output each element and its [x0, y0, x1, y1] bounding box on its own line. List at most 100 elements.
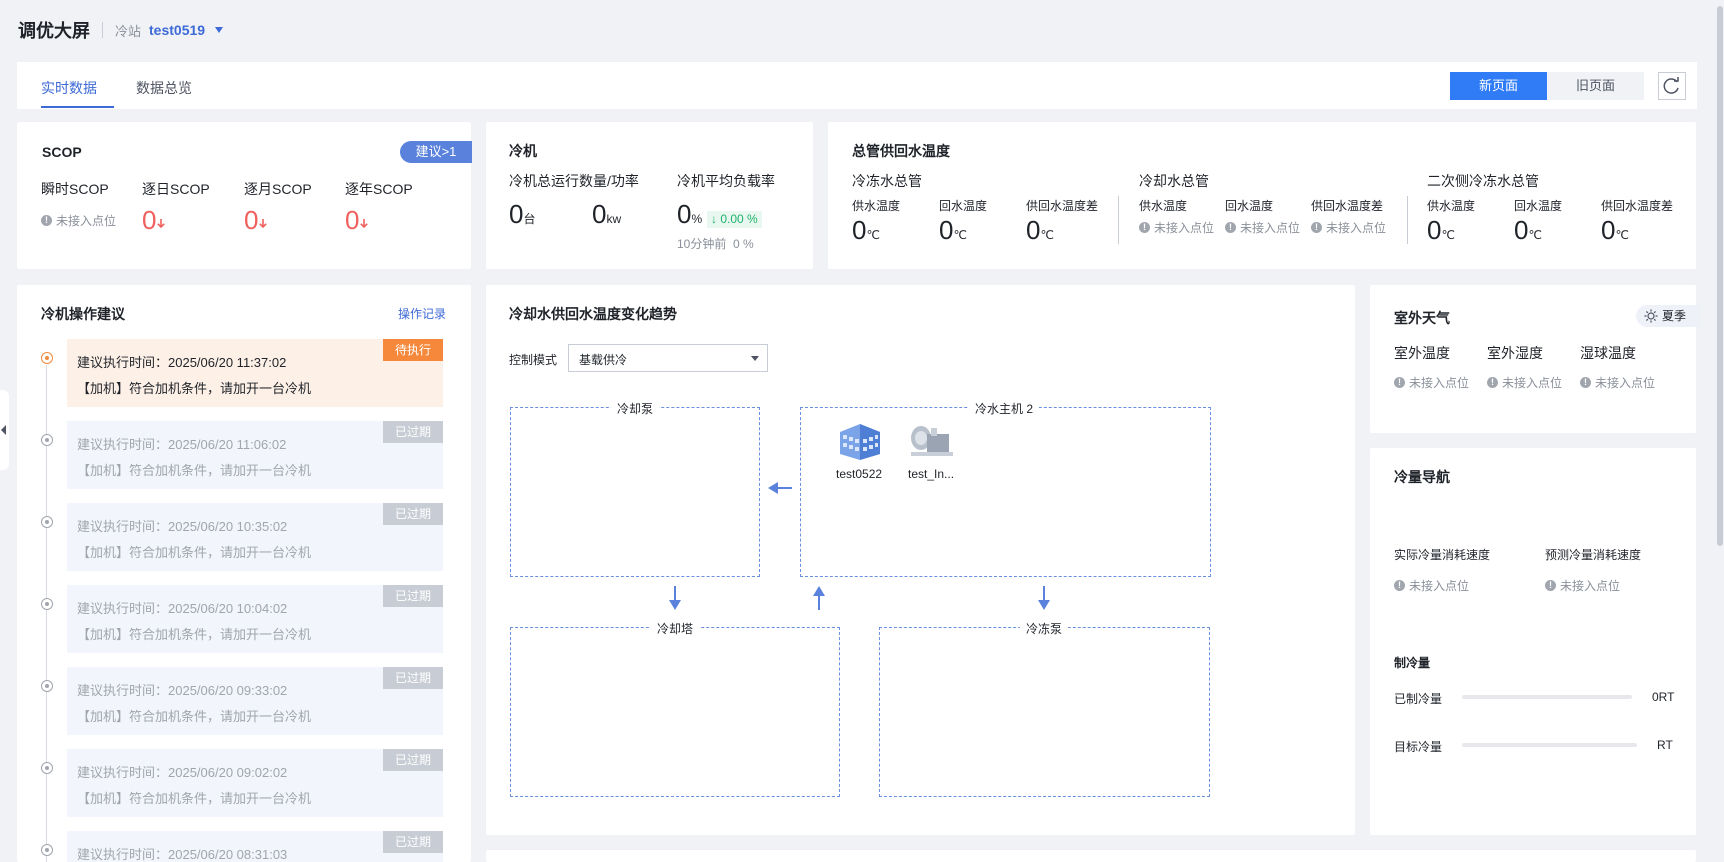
suggestion-time: 建议执行时间：2025/06/20 09:02:02	[77, 765, 288, 780]
suggestion-item[interactable]: 建议执行时间：2025/06/20 08:31:03 已过期	[67, 831, 443, 862]
chilled-return-value: 0℃	[939, 215, 967, 245]
mode-select[interactable]: 基载供冷	[568, 344, 768, 372]
info-icon: !	[1545, 580, 1556, 591]
suggestion-status-badge: 已过期	[383, 667, 443, 689]
outdoor-temp-label: 室外温度	[1394, 345, 1450, 361]
new-page-button[interactable]: 新页面	[1450, 72, 1547, 100]
timeline-dot	[41, 598, 53, 610]
suggestion-message: 【加机】符合加机条件，请加开一台冷机	[77, 709, 312, 724]
daily-scop-value: 0	[142, 205, 166, 236]
suggestion-time: 建议执行时间：2025/06/20 11:37:02	[77, 355, 287, 370]
suggestion-item[interactable]: 建议执行时间：2025/06/20 11:06:02 【加机】符合加机条件，请加开…	[67, 421, 443, 489]
info-icon: !	[1580, 377, 1591, 388]
suggestion-status-badge: 已过期	[383, 831, 443, 853]
station-selector[interactable]: test0519	[149, 22, 205, 38]
old-page-button[interactable]: 旧页面	[1547, 72, 1644, 100]
load-change-badge: ↓ 0.00 %	[707, 211, 762, 228]
timeline-dot	[41, 844, 53, 856]
tab-realtime[interactable]: 实时数据	[41, 78, 97, 98]
suggestion-message: 【加机】符合加机条件，请加开一台冷机	[77, 791, 312, 806]
target-value: RT	[1657, 738, 1673, 752]
mode-label: 控制模式	[509, 353, 558, 367]
actual-consumption-label: 实际冷量消耗速度	[1394, 548, 1491, 562]
chevron-down-icon	[751, 356, 759, 361]
chiller-count-label: 冷机总运行数量/功率	[509, 173, 639, 189]
chiller-unit-icon	[911, 426, 953, 456]
cooling-tower-box: 冷却塔	[510, 620, 840, 797]
outdoor-temp-not-connected: ! 未接入点位	[1394, 374, 1469, 391]
suggestion-time: 建议执行时间：2025/06/20 08:31:03	[77, 847, 288, 862]
timeline-dot	[41, 434, 53, 446]
chiller-host-label: 冷水主机 2	[969, 400, 1040, 417]
suggestion-message: 【加机】符合加机条件，请加开一台冷机	[77, 627, 312, 642]
arrow-down-icon	[1038, 586, 1050, 610]
cooling-supply-label: 供水温度	[1139, 199, 1188, 213]
suggestion-time: 建议执行时间：2025/06/20 11:06:02	[77, 437, 287, 452]
operation-log-link[interactable]: 操作记录	[398, 305, 446, 322]
suggestion-item[interactable]: 建议执行时间：2025/06/20 10:35:02 【加机】符合加机条件，请加开…	[67, 503, 443, 571]
suggestion-status-badge: 已过期	[383, 421, 443, 443]
produced-label: 已制冷量	[1394, 692, 1443, 706]
scrollbar-thumb[interactable]	[1717, 6, 1723, 546]
cooling-pump-box: 冷却泵	[510, 400, 760, 577]
cooling-pump-label: 冷却泵	[611, 400, 660, 417]
predicted-consumption-not-connected: ! 未接入点位	[1545, 577, 1620, 594]
suggestion-message: 【加机】符合加机条件，请加开一台冷机	[77, 381, 312, 396]
suggestion-item[interactable]: 建议执行时间：2025/06/20 10:04:02 【加机】符合加机条件，请加开…	[67, 585, 443, 653]
suggestion-status-badge: 已过期	[383, 503, 443, 525]
cooling-diff-label: 供回水温度差	[1311, 199, 1384, 213]
chilled-return-label: 回水温度	[939, 199, 988, 213]
trend-title: 冷却水供回水温度变化趋势	[509, 306, 677, 322]
wet-bulb-label: 湿球温度	[1580, 345, 1636, 361]
secondary-supply-label: 供水温度	[1427, 199, 1476, 213]
info-icon: !	[1225, 222, 1236, 233]
refresh-button[interactable]	[1658, 72, 1686, 100]
device-name[interactable]: test_In...	[908, 467, 954, 481]
cooling-main-title: 冷却水总管	[1139, 173, 1209, 189]
instant-scop-not-connected: ! 未接入点位	[41, 212, 116, 229]
tab-overview[interactable]: 数据总览	[136, 78, 192, 98]
chiller-load-value: 0%	[677, 199, 703, 229]
cooling-nav-card	[1370, 448, 1696, 835]
produced-value: 0RT	[1652, 690, 1675, 704]
chiller-title: 冷机	[509, 143, 537, 159]
chiller-load-label: 冷机平均负载率	[677, 173, 775, 189]
actual-consumption-not-connected: ! 未接入点位	[1394, 577, 1469, 594]
instant-scop-label: 瞬时SCOP	[41, 181, 109, 197]
secondary-main-title: 二次侧冷冻水总管	[1427, 173, 1539, 189]
yearly-scop-label: 逐年SCOP	[345, 181, 413, 197]
suggestions-title: 冷机操作建议	[41, 306, 125, 322]
cooling-return-not-connected: ! 未接入点位	[1225, 219, 1300, 236]
chilled-diff-label: 供回水温度差	[1026, 199, 1099, 213]
divider	[1407, 196, 1408, 244]
chiller-power-value: 0kw	[592, 199, 622, 229]
secondary-diff-value: 0℃	[1601, 215, 1629, 245]
info-icon: !	[41, 215, 52, 226]
station-label: 冷站	[115, 23, 142, 39]
cooling-supply-not-connected: ! 未接入点位	[1139, 219, 1214, 236]
chevron-down-icon[interactable]	[215, 27, 224, 33]
sidebar-toggle[interactable]	[0, 390, 9, 470]
page-title: 调优大屏	[18, 21, 90, 41]
info-icon: !	[1139, 222, 1150, 233]
target-label: 目标冷量	[1394, 740, 1443, 754]
lower-card	[486, 850, 1696, 862]
outdoor-humidity-not-connected: ! 未接入点位	[1487, 374, 1562, 391]
target-progress	[1462, 743, 1637, 747]
tabs-bar: 实时数据 数据总览 新页面 旧页面	[17, 62, 1697, 109]
weather-title: 室外天气	[1394, 310, 1450, 326]
suggestion-item[interactable]: 建议执行时间：2025/06/20 09:02:02 【加机】符合加机条件，请加开…	[67, 749, 443, 817]
yearly-scop-value: 0	[345, 205, 369, 236]
device-name[interactable]: test0522	[836, 467, 882, 481]
suggestion-item[interactable]: 建议执行时间：2025/06/20 09:33:02 【加机】符合加机条件，请加开…	[67, 667, 443, 735]
sun-icon	[1644, 309, 1658, 323]
suggestion-item[interactable]: 建议执行时间：2025/06/20 11:37:02 【加机】符合加机条件，请加开…	[67, 339, 443, 407]
arrow-up-icon	[813, 586, 825, 610]
monthly-scop-value: 0	[244, 205, 268, 236]
timeline-dot	[41, 762, 53, 774]
page-scrollbar[interactable]	[1716, 0, 1724, 862]
refresh-icon	[1663, 77, 1679, 94]
produced-progress	[1462, 695, 1632, 699]
suggestion-status-badge: 已过期	[383, 585, 443, 607]
chilled-pump-label: 冷冻泵	[1020, 620, 1069, 637]
